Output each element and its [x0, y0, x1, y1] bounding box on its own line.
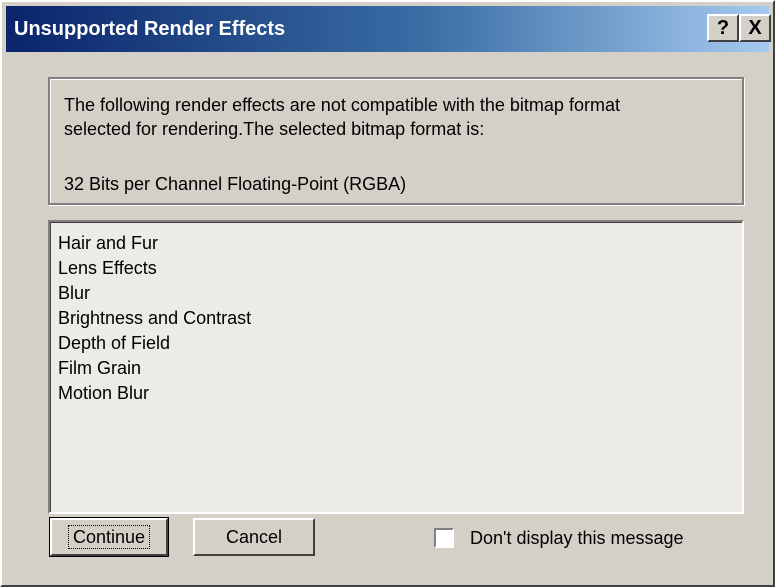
title-bar[interactable]: Unsupported Render Effects ? X: [6, 6, 771, 52]
list-item[interactable]: Film Grain: [58, 356, 742, 381]
continue-button[interactable]: Continue: [49, 517, 169, 557]
continue-button-label: Continue: [67, 525, 151, 549]
effects-listbox[interactable]: Hair and Fur Lens Effects Blur Brightnes…: [48, 220, 744, 514]
list-item[interactable]: Blur: [58, 281, 742, 306]
close-button[interactable]: X: [739, 14, 771, 42]
effects-list: Hair and Fur Lens Effects Blur Brightnes…: [50, 222, 742, 406]
list-item[interactable]: Lens Effects: [58, 256, 742, 281]
dialog-window: Unsupported Render Effects ? X The follo…: [0, 0, 775, 587]
help-button[interactable]: ?: [707, 14, 739, 42]
window-title: Unsupported Render Effects: [14, 18, 286, 40]
dont-display-checkbox-label[interactable]: Don't display this message: [470, 528, 684, 549]
info-groupbox: The following render effects are not com…: [48, 77, 744, 205]
info-text-line-2: selected for rendering.The selected bitm…: [64, 119, 485, 139]
cancel-button[interactable]: Cancel: [193, 518, 315, 556]
list-item[interactable]: Motion Blur: [58, 381, 742, 406]
list-item[interactable]: Hair and Fur: [58, 231, 742, 256]
list-item[interactable]: Brightness and Contrast: [58, 306, 742, 331]
list-item[interactable]: Depth of Field: [58, 331, 742, 356]
dont-display-checkbox[interactable]: [434, 528, 454, 548]
info-text-line-1: The following render effects are not com…: [64, 95, 620, 115]
bitmap-format-text: 32 Bits per Channel Floating-Point (RGBA…: [64, 174, 407, 194]
